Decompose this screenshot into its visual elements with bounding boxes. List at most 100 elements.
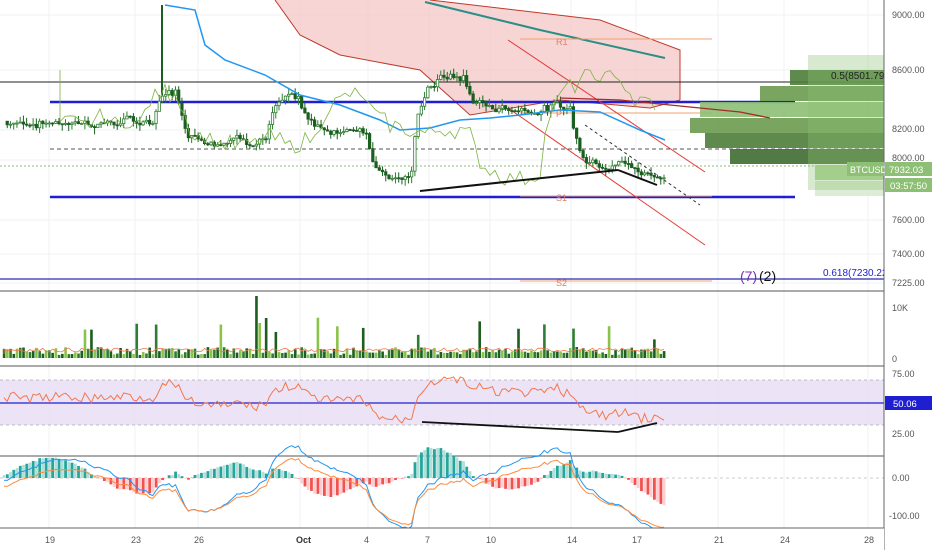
volume-bar [61, 353, 64, 358]
candle-body [500, 105, 504, 109]
macd-histogram-bar [552, 468, 556, 478]
macd-histogram-bar [504, 478, 507, 489]
volume-bar [475, 351, 478, 358]
macd-tick: 0.00 [892, 473, 910, 483]
volume-bar [12, 353, 16, 358]
macd-histogram-bar [200, 472, 203, 478]
candle-body [31, 123, 35, 126]
candle-body [642, 172, 647, 176]
macd-histogram-bar [387, 478, 391, 484]
time-tick: 14 [567, 535, 577, 545]
candle-body [144, 119, 148, 123]
candle-body [471, 93, 475, 104]
candle-body [581, 150, 585, 158]
candle-body [442, 74, 446, 78]
candle-body [503, 105, 508, 110]
trading-chart[interactable]: R1 P S1 S2 0.5(8501.79) 0.618(7230.22) (… [0, 0, 932, 550]
volume-bar [22, 347, 25, 358]
rsi-series [0, 376, 884, 433]
candle-body [160, 95, 165, 102]
macd-histogram-bar [212, 468, 216, 478]
macd-histogram-bar [280, 470, 284, 478]
candle-body [63, 122, 68, 125]
volume-bar [494, 352, 498, 358]
candle-body [393, 177, 398, 180]
volume-bar [93, 349, 96, 358]
candle-body [542, 105, 546, 112]
candle-body [128, 115, 132, 118]
macd-histogram-bar [607, 474, 611, 478]
time-tick: 28 [864, 535, 874, 545]
candle-body [639, 171, 643, 176]
price-pane[interactable]: R1 P S1 S2 0.5(8501.79) 0.618(7230.22) (… [0, 0, 891, 288]
volume-bar [662, 351, 666, 358]
volume-bar [552, 351, 556, 358]
volume-bar [238, 350, 242, 358]
time-axis[interactable]: 19 23 26 Oct 4 7 10 14 17 21 24 28 [0, 527, 884, 550]
volume-bar [303, 350, 307, 358]
macd-histogram-bar [148, 478, 152, 494]
candle-body [170, 90, 174, 96]
macd-histogram-bar [507, 478, 511, 490]
candle-body [477, 100, 482, 104]
candle-body [494, 108, 498, 113]
macd-histogram-bar [429, 447, 433, 478]
macd-histogram-bar [161, 478, 165, 481]
candle-body [374, 161, 378, 169]
candle-body [584, 157, 588, 164]
macd-histogram-bar [329, 478, 333, 498]
macd-histogram-bar [290, 473, 294, 478]
volume-bar [497, 349, 501, 358]
macd-histogram-bar [403, 476, 407, 478]
volume-bar [209, 350, 213, 358]
candle-body [587, 162, 592, 165]
macd-histogram-bar [546, 474, 550, 478]
volume-bar [106, 349, 109, 358]
volume-bar [381, 351, 384, 358]
volume-bar [180, 354, 184, 358]
volume-bar [41, 353, 45, 358]
volume-bar [394, 347, 397, 358]
volume-bar [452, 351, 456, 358]
candle-body [520, 107, 524, 112]
volume-bar [358, 351, 362, 358]
candle-body [422, 97, 427, 107]
volume-bar [158, 351, 161, 358]
volume-bar [559, 352, 562, 358]
candle-body [364, 132, 368, 135]
candle-body [371, 148, 375, 163]
candle-body [468, 85, 472, 95]
volume-bar [384, 354, 388, 358]
volume-bar [617, 354, 621, 358]
volume-bar [135, 323, 139, 358]
volume-bar [397, 349, 401, 358]
volume-bar [226, 349, 229, 358]
macd-histogram-bar [539, 478, 543, 479]
volume-bar [646, 348, 650, 358]
candle-body [238, 134, 242, 140]
macd-histogram-bar [157, 478, 161, 484]
volume-bar [109, 351, 113, 358]
candle-body [497, 107, 501, 113]
volume-bar [565, 352, 569, 358]
volume-pane[interactable] [2, 296, 666, 358]
candle-body [322, 127, 326, 131]
macd-histogram-bar [183, 478, 187, 479]
candle-body [594, 159, 598, 165]
volume-bar [306, 354, 310, 358]
candle-body [659, 177, 663, 180]
candle-body [300, 95, 304, 109]
macd-histogram-bar [523, 478, 527, 487]
volume-bar [90, 329, 93, 358]
candle-body [73, 121, 77, 124]
volume-bar [116, 353, 119, 358]
volume-bar [57, 354, 61, 358]
macd-histogram-bar [206, 471, 210, 478]
volume-bar [15, 348, 19, 358]
volume-bar [264, 318, 268, 358]
macd-histogram-bar [400, 478, 404, 479]
macd-pane[interactable] [0, 445, 884, 533]
candle-body [76, 121, 81, 125]
volume-bar [313, 353, 316, 358]
rsi-pane[interactable] [0, 376, 884, 433]
